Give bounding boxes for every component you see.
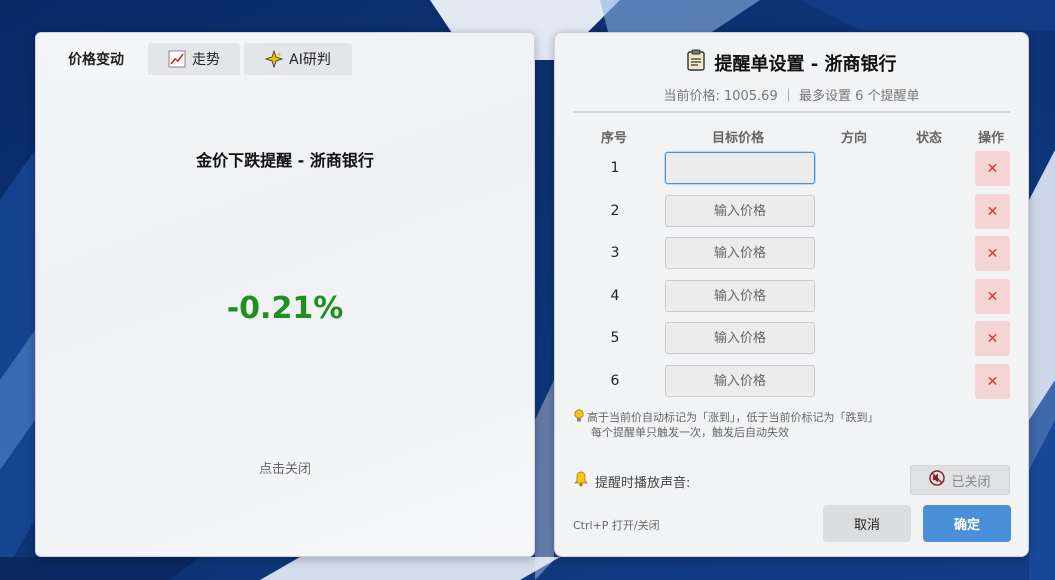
click-to-close[interactable]: 点击关闭 [36, 458, 534, 477]
target-price-input[interactable] [665, 152, 815, 184]
row-index: 2 [610, 203, 620, 219]
table-row: 5 ✕ [555, 321, 1028, 356]
col-direction: 方向 [841, 131, 868, 146]
tab-label: AI研判 [289, 52, 331, 68]
col-action: 操作 [978, 131, 1005, 146]
target-price-input[interactable] [665, 237, 815, 269]
mute-icon [929, 470, 946, 490]
target-price-input[interactable] [665, 365, 815, 397]
close-icon: ✕ [986, 160, 999, 177]
dialog-title: 提醒单设置 - 浙商银行 [555, 49, 1028, 76]
price-change-percent: -0.21% [226, 291, 344, 326]
tab-ai-analysis[interactable]: AI研判 [244, 43, 352, 75]
target-price-input[interactable] [665, 322, 815, 354]
tab-price-change[interactable]: 价格变动 [48, 43, 144, 75]
row-index: 1 [610, 160, 620, 176]
hint-text: 高于当前价自动标记为「涨到」，低于当前价标记为「跌到」 每个提醒单只触发一次，触… [573, 409, 879, 440]
dialog-title-text: 提醒单设置 - 浙商银行 [714, 53, 897, 75]
sound-toggle-button[interactable]: 已关闭 [910, 465, 1010, 495]
table-row: 2 ✕ [555, 194, 1028, 229]
row-index: 5 [610, 330, 620, 346]
table-header: 序号 目标价格 方向 状态 操作 [555, 127, 1028, 146]
table-row: 6 ✕ [555, 364, 1028, 399]
sound-setting: 提醒时播放声音: [573, 471, 690, 491]
price-alert-popup: 价格变动 走势 AI研判 金价下跌提醒 - 浙商银行 -0.21% 点击关闭 [35, 32, 535, 557]
close-icon: ✕ [986, 330, 999, 347]
close-icon: ✕ [986, 373, 999, 390]
delete-button[interactable]: ✕ [975, 151, 1010, 186]
confirm-button[interactable]: 确定 [923, 505, 1011, 542]
table-row: 3 ✕ [555, 236, 1028, 271]
shortcut-hint: Ctrl+P 打开/关闭 [573, 519, 660, 532]
dialog-subtitle: 当前价格: 1005.69 ｜ 最多设置 6 个提醒单 [663, 89, 920, 104]
col-index: 序号 [601, 131, 628, 146]
tab-label: 走势 [192, 52, 220, 68]
col-status: 状态 [916, 131, 943, 146]
close-icon: ✕ [986, 203, 999, 220]
delete-button[interactable]: ✕ [975, 194, 1010, 229]
bell-icon [573, 471, 589, 491]
tab-trend[interactable]: 走势 [148, 43, 240, 75]
close-icon: ✕ [986, 288, 999, 305]
delete-button[interactable]: ✕ [975, 236, 1010, 271]
sound-toggle-label: 已关闭 [951, 474, 991, 490]
close-icon: ✕ [986, 245, 999, 262]
table-row: 1 ✕ [555, 151, 1028, 186]
lightbulb-icon [573, 409, 585, 423]
sound-label: 提醒时播放声音: [595, 475, 691, 491]
target-price-input[interactable] [665, 195, 815, 227]
delete-button[interactable]: ✕ [975, 279, 1010, 314]
target-price-input[interactable] [665, 280, 815, 312]
cancel-button[interactable]: 取消 [823, 505, 911, 542]
sparkle-icon [264, 49, 284, 69]
divider [573, 111, 1010, 113]
hint-line-2: 每个提醒单只触发一次，触发后自动失效 [591, 426, 789, 439]
alert-title: 金价下跌提醒 - 浙商银行 [196, 151, 374, 170]
row-index: 6 [610, 373, 620, 389]
alert-settings-dialog: 提醒单设置 - 浙商银行 当前价格: 1005.69 ｜ 最多设置 6 个提醒单… [554, 32, 1029, 557]
col-target-price: 目标价格 [712, 131, 765, 146]
delete-button[interactable]: ✕ [975, 321, 1010, 356]
table-row: 4 ✕ [555, 279, 1028, 314]
clipboard-icon [686, 49, 706, 76]
delete-button[interactable]: ✕ [975, 364, 1010, 399]
chart-line-icon [168, 50, 186, 68]
tab-label: 价格变动 [68, 52, 124, 68]
hint-line-1: 高于当前价自动标记为「涨到」，低于当前价标记为「跌到」 [587, 411, 879, 424]
row-index: 4 [610, 288, 620, 304]
alert-tabs: 价格变动 走势 AI研判 [48, 43, 352, 75]
row-index: 3 [610, 245, 620, 261]
